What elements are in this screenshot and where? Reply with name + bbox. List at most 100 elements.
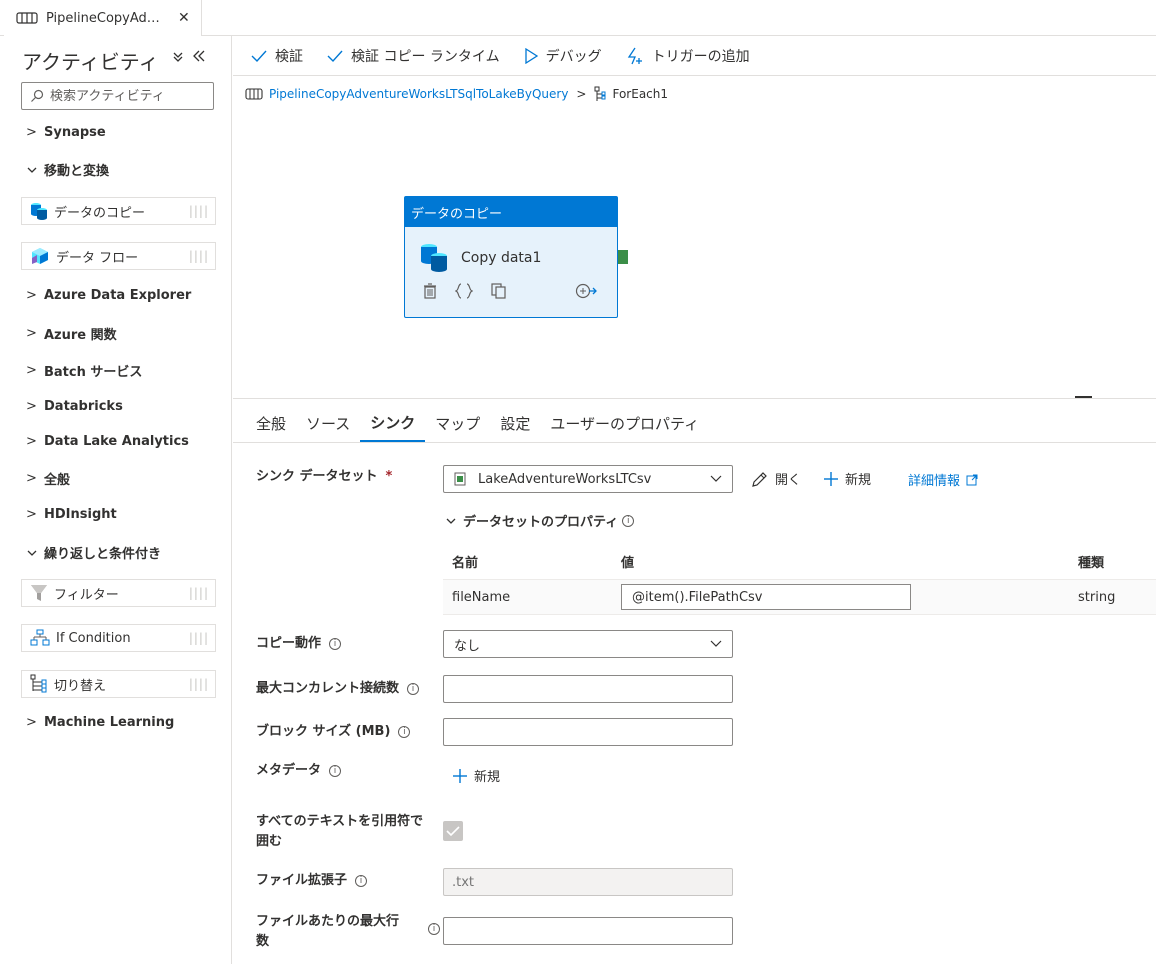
debug-button[interactable]: デバッグ xyxy=(524,46,602,66)
category-azure-data-explorer[interactable]: > Azure Data Explorer xyxy=(26,288,191,303)
tabs-underline xyxy=(233,442,1156,443)
info-icon[interactable]: i xyxy=(329,765,342,777)
category-data-lake-analytics[interactable]: > Data Lake Analytics xyxy=(26,434,189,449)
search-input[interactable] xyxy=(50,88,200,104)
info-icon[interactable]: i xyxy=(398,726,411,738)
sidebar-controls xyxy=(172,48,206,64)
delete-icon[interactable] xyxy=(423,283,437,299)
category-synapse[interactable]: > Synapse xyxy=(26,125,106,140)
validate-copy-runtime-button[interactable]: 検証 コピー ランタイム xyxy=(327,46,500,66)
play-icon xyxy=(524,47,538,64)
output-port-handle[interactable] xyxy=(618,250,628,264)
code-icon[interactable] xyxy=(455,283,473,299)
category-batch-service[interactable]: > Batch サービス xyxy=(26,361,142,380)
max-concurrent-label: 最大コンカレント接続数 i xyxy=(256,679,420,699)
edit-pencil-icon xyxy=(751,470,769,488)
external-link-icon xyxy=(966,474,978,486)
activity-filter[interactable]: フィルター |||| xyxy=(21,579,216,607)
open-dataset-button[interactable]: 開く xyxy=(751,469,801,488)
new-dataset-button[interactable]: 新規 xyxy=(823,469,871,488)
tab-title: PipelineCopyAdventureWorksLTSqlToLakeByQ… xyxy=(46,10,166,26)
collapse-sidebar-icon[interactable] xyxy=(192,48,206,64)
info-icon[interactable]: i xyxy=(428,923,440,935)
add-trigger-button[interactable]: トリガーの追加 xyxy=(626,46,750,66)
file-extension-input[interactable] xyxy=(443,868,733,896)
data-flow-icon xyxy=(30,246,50,266)
node-body: Copy data1 xyxy=(405,227,617,279)
category-general[interactable]: > 全般 xyxy=(26,469,70,488)
validate-button[interactable]: 検証 xyxy=(251,46,303,66)
copy-data-activity-node[interactable]: データのコピー Copy data1 xyxy=(404,196,618,318)
tab-source[interactable]: ソース xyxy=(296,404,360,442)
activity-if-condition[interactable]: If Condition |||| xyxy=(21,624,216,652)
activity-switch[interactable]: 切り替え |||| xyxy=(21,670,216,698)
activity-search-box[interactable] xyxy=(21,82,214,110)
add-metadata-button[interactable]: 新規 xyxy=(452,766,500,785)
tab-sink[interactable]: シンク xyxy=(360,404,426,442)
drag-grip-icon: |||| xyxy=(188,677,209,691)
block-size-label: ブロック サイズ (MB) i xyxy=(256,722,411,742)
category-hdinsight[interactable]: > HDInsight xyxy=(26,507,117,522)
tab-pipeline[interactable]: PipelineCopyAdventureWorksLTSqlToLakeByQ… xyxy=(4,0,202,36)
properties-tabs: 全般 ソース シンク マップ 設定 ユーザーのプロパティ xyxy=(256,404,709,444)
activity-copy-data[interactable]: データのコピー |||| xyxy=(21,197,216,225)
max-concurrent-input[interactable] xyxy=(443,675,733,703)
tab-user-properties[interactable]: ユーザーのプロパティ xyxy=(540,404,709,442)
chevron-down-icon xyxy=(445,515,457,527)
chevron-right-icon: > xyxy=(26,471,37,486)
chevron-right-icon: > xyxy=(26,715,37,730)
sink-dataset-select[interactable]: LakeAdventureWorksLTCsv xyxy=(443,465,733,493)
search-icon xyxy=(30,89,44,103)
category-databricks[interactable]: > Databricks xyxy=(26,399,123,414)
chevron-right-icon: > xyxy=(26,434,37,449)
clone-icon[interactable] xyxy=(491,283,507,299)
max-rows-per-file-label: ファイルあたりの最大行 数 xyxy=(256,914,400,949)
chevron-down-icon xyxy=(710,475,722,483)
filename-value-input[interactable]: @item().FilePathCsv xyxy=(621,584,911,610)
learn-more-link[interactable]: 詳細情報 xyxy=(908,470,978,489)
block-size-input[interactable] xyxy=(443,718,733,746)
category-machine-learning[interactable]: > Machine Learning xyxy=(26,715,174,730)
properties-divider xyxy=(233,398,1156,399)
checkmark-icon xyxy=(446,825,460,837)
category-move-transform[interactable]: 移動と変換 xyxy=(26,160,109,179)
copy-behavior-select[interactable]: なし xyxy=(443,630,733,658)
drag-grip-icon: |||| xyxy=(188,204,209,218)
dataset-properties-toggle[interactable]: データセットのプロパティ i xyxy=(445,511,635,530)
plus-icon xyxy=(452,768,468,784)
info-icon[interactable]: i xyxy=(622,514,635,527)
close-icon[interactable]: ✕ xyxy=(178,10,190,26)
chevron-right-icon: > xyxy=(26,288,37,303)
metadata-label: メタデータ i xyxy=(256,761,342,781)
add-output-icon[interactable] xyxy=(575,283,597,299)
max-rows-per-file-input[interactable] xyxy=(443,917,733,945)
tab-settings[interactable]: 設定 xyxy=(490,404,540,442)
chevron-down-icon xyxy=(26,164,40,176)
pipeline-toolbar: 検証 検証 コピー ランタイム デバッグ トリガーの追加 xyxy=(233,36,1156,76)
info-icon[interactable]: i xyxy=(407,683,420,695)
checkmark-icon xyxy=(327,49,343,63)
pipeline-icon xyxy=(245,88,263,100)
info-icon[interactable]: i xyxy=(355,875,368,887)
category-azure-functions[interactable]: > Azure 関数 xyxy=(26,324,117,343)
chevron-right-icon: > xyxy=(26,125,37,140)
pipeline-icon xyxy=(16,11,38,25)
quote-all-text-checkbox[interactable] xyxy=(443,821,463,841)
tab-mapping[interactable]: マップ xyxy=(425,404,490,442)
activity-data-flow[interactable]: データ フロー |||| xyxy=(21,242,216,270)
chevron-down-icon xyxy=(26,547,40,559)
breadcrumb: PipelineCopyAdventureWorksLTSqlToLakeByQ… xyxy=(245,86,668,102)
copy-data-icon xyxy=(30,201,48,221)
node-actions xyxy=(405,283,617,299)
collapse-all-icon[interactable] xyxy=(172,48,184,64)
breadcrumb-current: ForEach1 xyxy=(612,87,669,101)
filter-icon xyxy=(30,583,48,603)
foreach-icon xyxy=(594,86,606,102)
category-iteration-conditionals[interactable]: 繰り返しと条件付き xyxy=(26,543,161,562)
chevron-down-icon xyxy=(710,640,722,648)
breadcrumb-pipeline-link[interactable]: PipelineCopyAdventureWorksLTSqlToLakeByQ… xyxy=(269,87,568,101)
drag-grip-icon: |||| xyxy=(188,249,209,263)
plus-icon xyxy=(823,471,839,487)
info-icon[interactable]: i xyxy=(329,638,342,650)
tab-general[interactable]: 全般 xyxy=(256,404,296,442)
